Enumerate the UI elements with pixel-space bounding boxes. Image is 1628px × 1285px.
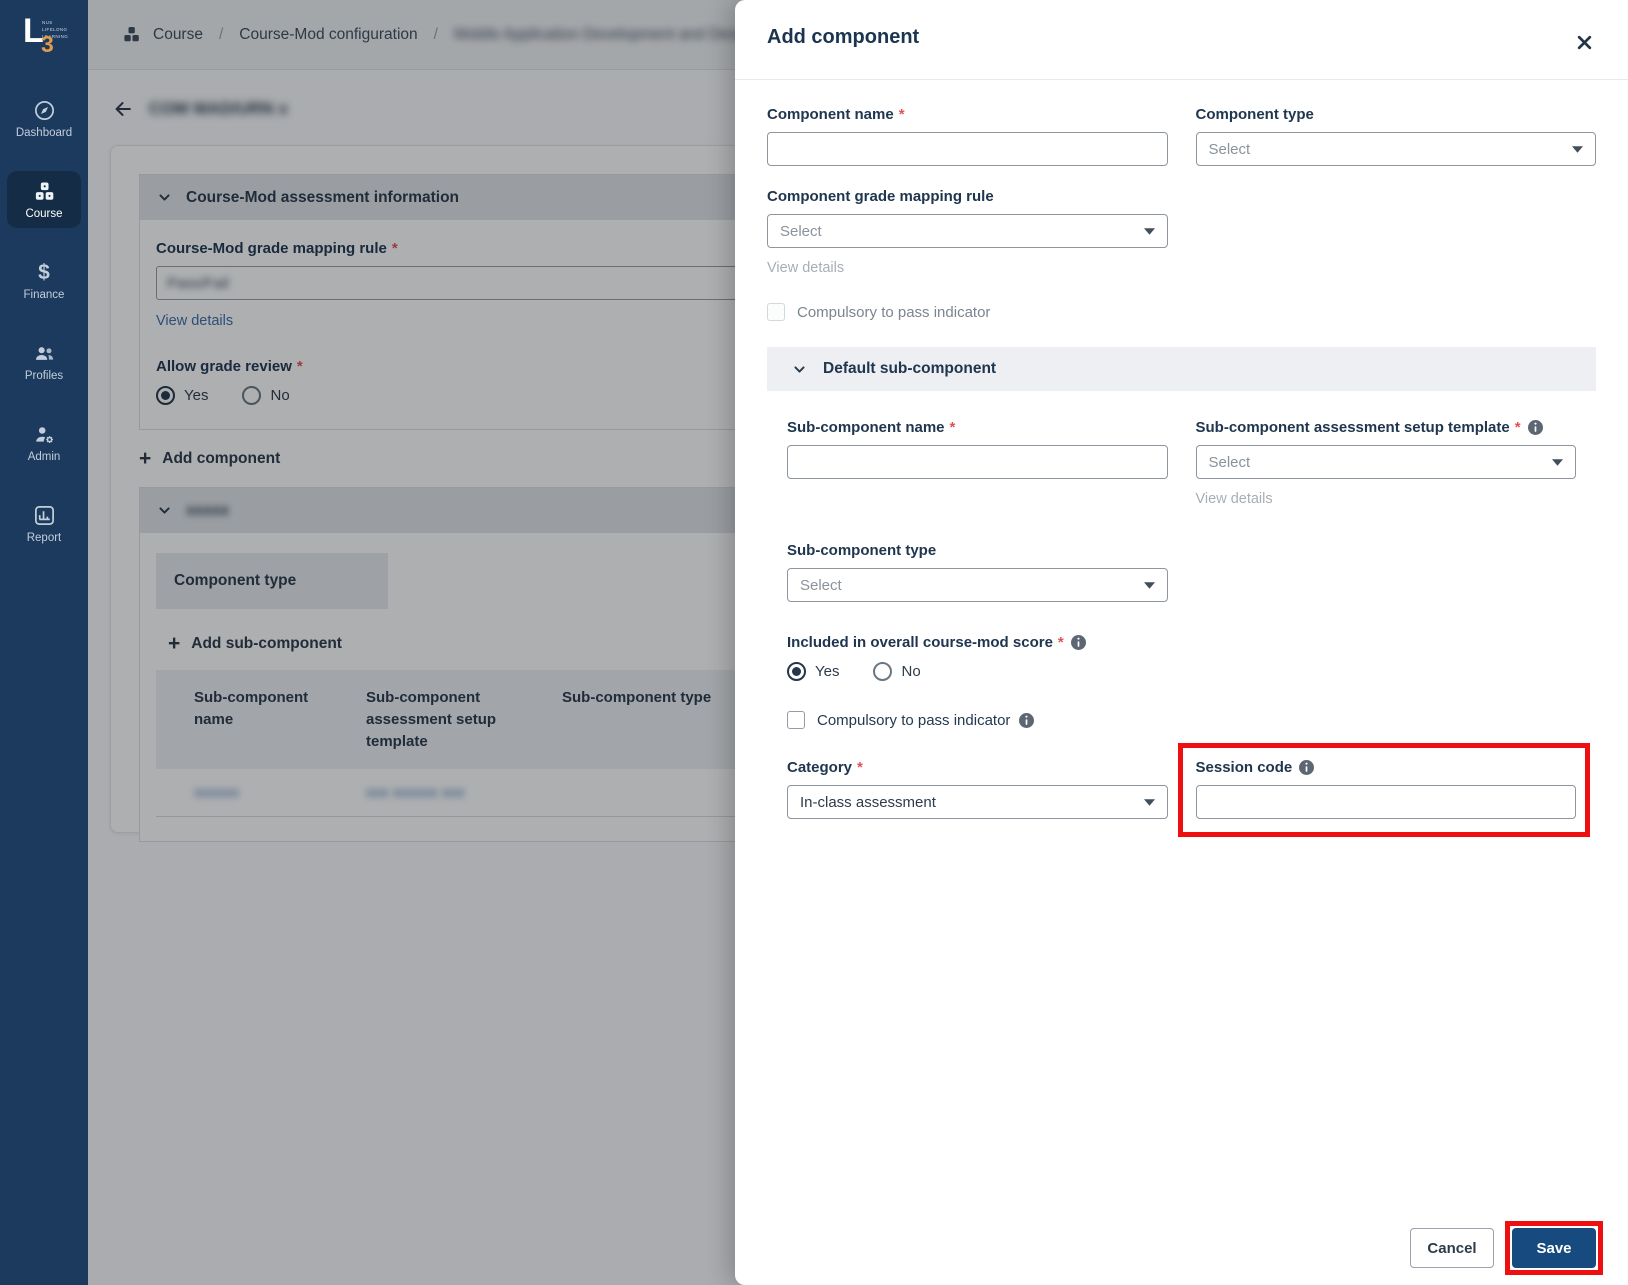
cubes-icon [33, 180, 56, 203]
caret-down-icon [1143, 227, 1155, 235]
close-icon [1576, 34, 1593, 51]
sub-component-type-select[interactable]: Select [787, 568, 1168, 602]
included-in-score-label: Included in overall course-mod score * [787, 634, 1576, 651]
radio-label: No [901, 663, 921, 680]
dollar-icon: $ [38, 261, 50, 284]
included-in-score-field: Included in overall course-mod score * Y… [787, 634, 1576, 681]
component-grade-mapping-label: Component grade mapping rule [767, 188, 994, 205]
required-asterisk: * [1057, 634, 1064, 651]
component-grade-mapping-field: Component grade mapping rule Select View… [767, 188, 1168, 277]
radio-label: Yes [815, 663, 840, 680]
sub-component-type-field: Sub-component type Select [787, 542, 1168, 602]
category-selected-value: In-class assessment [800, 793, 936, 811]
component-type-select[interactable]: Select [1195, 132, 1596, 166]
caret-down-icon [1552, 458, 1563, 466]
save-button-highlight: Save [1505, 1221, 1603, 1275]
close-button[interactable] [1573, 31, 1595, 53]
sidebar-item-report[interactable]: Report [7, 495, 81, 552]
sub-component-template-field: Sub-component assessment setup template … [1195, 419, 1577, 508]
included-in-score-yes[interactable]: Yes [787, 662, 839, 681]
radio-selected-icon [787, 662, 806, 681]
logo-number: 3 [41, 31, 54, 57]
info-icon [1019, 712, 1035, 728]
component-type-field: Component type Select [1195, 106, 1596, 166]
sidebar-item-label: Profiles [24, 370, 64, 382]
default-sub-component-body: Sub-component name * Sub-component asses… [767, 391, 1596, 837]
required-asterisk: * [1514, 419, 1521, 436]
sidebar-item-label: Dashboard [15, 127, 73, 139]
component-name-input[interactable] [767, 132, 1168, 166]
session-code-input[interactable] [1195, 785, 1576, 819]
sidebar-item-profiles[interactable]: Profiles [7, 333, 81, 390]
caret-down-icon [1143, 798, 1155, 806]
sub-component-type-label: Sub-component type [787, 542, 937, 559]
select-placeholder: Select [1208, 140, 1251, 158]
checkbox-unchecked-icon [767, 303, 785, 321]
info-icon [1527, 420, 1543, 435]
drawer-header: Add component [735, 0, 1628, 80]
sub-component-name-label: Sub-component name * [787, 419, 956, 436]
sidebar-item-admin[interactable]: Admin [7, 414, 81, 471]
component-name-label: Component name * [767, 106, 905, 123]
drawer-title: Add component [767, 26, 920, 48]
add-component-drawer: Add component Component name * Component… [735, 0, 1628, 1285]
default-sub-component-header[interactable]: Default sub-component [767, 347, 1596, 391]
radio-unselected-icon [873, 662, 893, 681]
compulsory-pass-label: Compulsory to pass indicator [797, 303, 991, 321]
included-in-score-group: Yes No [787, 662, 1576, 681]
compass-icon [33, 99, 56, 122]
caret-down-icon [1572, 145, 1583, 153]
sidebar-item-label: Course [25, 208, 63, 220]
sub-component-name-input[interactable] [787, 445, 1168, 479]
sub-compulsory-pass-label: Compulsory to pass indicator [817, 711, 1011, 729]
component-grade-mapping-select[interactable]: Select [767, 214, 1168, 248]
people-icon [33, 342, 56, 365]
chevron-down-icon [793, 363, 806, 376]
category-label: Category * [787, 759, 863, 776]
admin-gear-icon [33, 423, 56, 446]
drawer-footer: Cancel Save [1410, 1221, 1603, 1275]
info-icon [1070, 635, 1086, 650]
component-name-field: Component name * [767, 106, 1168, 166]
sub-compulsory-pass-checkbox-row[interactable]: Compulsory to pass indicator [787, 711, 1576, 729]
category-select[interactable]: In-class assessment [787, 785, 1168, 819]
required-asterisk: * [949, 419, 956, 436]
cancel-button[interactable]: Cancel [1410, 1228, 1494, 1268]
sidebar: L NUS LIFELONG LEARNING 3 Dashboard Cour… [0, 0, 88, 1285]
component-type-label: Component type [1195, 106, 1314, 123]
caret-down-icon [1143, 581, 1155, 589]
sidebar-item-label: Report [26, 532, 62, 544]
sidebar-item-dashboard[interactable]: Dashboard [7, 90, 81, 147]
category-field: Category * In-class assessment [787, 759, 1168, 819]
included-in-score-no[interactable]: No [873, 662, 921, 681]
compulsory-pass-checkbox-row[interactable]: Compulsory to pass indicator [767, 303, 1596, 321]
session-code-label: Session code [1196, 759, 1577, 776]
info-icon [1299, 760, 1315, 775]
sub-component-template-label: Sub-component assessment setup template … [1196, 419, 1577, 436]
sub-component-template-select[interactable]: Select [1195, 445, 1576, 479]
required-asterisk: * [898, 106, 905, 123]
checkbox-unchecked-icon [787, 711, 805, 729]
app-logo[interactable]: L NUS LIFELONG LEARNING 3 [15, 12, 73, 66]
select-placeholder: Select [800, 576, 842, 594]
select-placeholder: Select [1208, 453, 1251, 471]
sidebar-item-label: Finance [23, 289, 65, 301]
sidebar-item-course[interactable]: Course [7, 171, 81, 228]
drawer-body: Component name * Component type Select C… [735, 80, 1628, 837]
view-details-link-disabled: View details [767, 260, 845, 276]
save-button[interactable]: Save [1512, 1228, 1596, 1268]
required-asterisk: * [857, 759, 863, 776]
chart-icon [33, 504, 56, 527]
sidebar-item-finance[interactable]: $ Finance [7, 252, 81, 309]
sidebar-item-label: Admin [27, 451, 61, 463]
default-sub-component-title: Default sub-component [823, 360, 997, 377]
view-details-link-disabled: View details [1195, 491, 1273, 507]
session-code-field-highlighted: Session code [1177, 743, 1590, 837]
sub-component-name-field: Sub-component name * [787, 419, 1168, 508]
select-placeholder: Select [780, 222, 822, 240]
